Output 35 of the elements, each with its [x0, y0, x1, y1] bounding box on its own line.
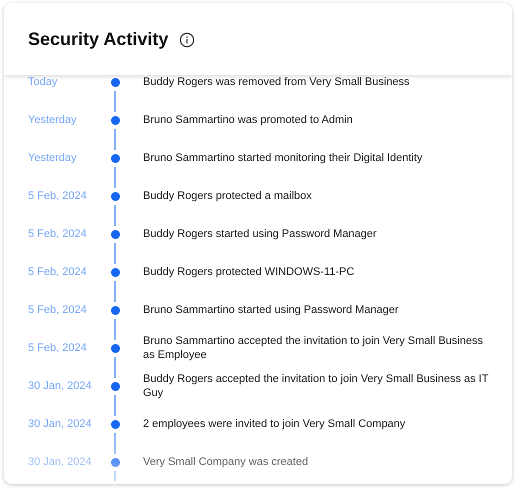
timeline-dot — [110, 230, 120, 238]
card-title: Security Activity — [28, 29, 168, 50]
timeline-dot — [110, 116, 120, 124]
event-description: Bruno Sammartino accepted the invitation to join Very Small Business as Employee — [143, 334, 484, 362]
event-description: Buddy Rogers protected WINDOWS-11-PC — [143, 265, 356, 279]
event-date: 5 Feb, 2024 — [27, 228, 88, 240]
event-date: 5 Feb, 2024 — [27, 342, 88, 354]
timeline-dot — [110, 268, 120, 276]
event-date: 30 Jan, 2024 — [27, 418, 93, 430]
timeline-dot — [110, 154, 120, 162]
timeline-dot — [110, 344, 120, 352]
event-description: Buddy Rogers was removed from Very Small Business — [143, 75, 411, 89]
timeline-dot — [110, 192, 120, 200]
event-description: Very Small Company was created — [143, 455, 310, 469]
timeline-dot — [110, 382, 120, 390]
event-date: Yesterday — [27, 114, 78, 126]
event-description: Bruno Sammartino started monitoring their Digital Identity — [143, 151, 424, 165]
timeline-dot — [110, 306, 120, 314]
event-description: Bruno Sammartino started using Password Manager — [143, 303, 400, 317]
event-date: 5 Feb, 2024 — [27, 266, 88, 278]
info-icon[interactable] — [179, 32, 196, 48]
event-date: Yesterday — [27, 152, 78, 164]
event-date: 30 Jan, 2024 — [27, 380, 93, 392]
event-description: Buddy Rogers started using Password Manager — [143, 227, 378, 241]
timeline-dot — [110, 420, 120, 428]
event-description: 2 employees were invited to join Very Small Company — [143, 417, 406, 431]
event-date: 30 Jan, 2024 — [27, 456, 93, 468]
event-description: Buddy Rogers protected a mailbox — [143, 189, 313, 203]
event-date: 5 Feb, 2024 — [27, 304, 88, 316]
timeline-dot — [110, 458, 120, 466]
event-description: Bruno Sammartino was promoted to Admin — [143, 113, 354, 127]
event-description: Buddy Rogers accepted the invitation to join Very Small Business as IT Guy — [143, 372, 490, 400]
event-date: Today — [27, 76, 58, 88]
timeline-dot — [110, 78, 120, 86]
event-date: 5 Feb, 2024 — [27, 190, 88, 202]
